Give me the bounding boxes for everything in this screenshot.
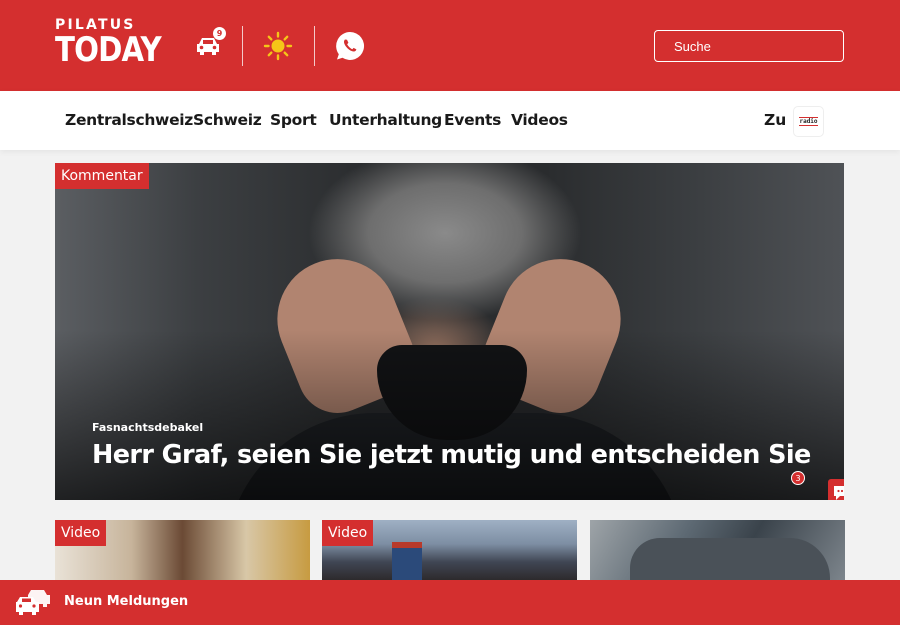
article-card[interactable]: Video bbox=[322, 520, 577, 580]
nav-item-schweiz[interactable]: Schweiz bbox=[193, 111, 262, 129]
traffic-button[interactable]: 9 bbox=[188, 26, 228, 66]
hero-title[interactable]: Herr Graf, seien Sie jetzt mutig und ent… bbox=[92, 440, 811, 470]
comments-button[interactable] bbox=[828, 479, 844, 500]
traffic-news-label: Neun Meldungen bbox=[64, 594, 189, 609]
article-card[interactable] bbox=[590, 520, 845, 580]
nav-item-unterhaltung[interactable]: Unterhaltung bbox=[329, 111, 442, 129]
hero-kicker: Fasnachtsdebakel bbox=[92, 421, 204, 434]
card-category-tag: Video bbox=[55, 520, 107, 546]
search-input[interactable] bbox=[674, 38, 850, 54]
comment-count-badge: 3 bbox=[791, 471, 805, 485]
site-header: PILATUS TODAY 9 bbox=[0, 0, 900, 91]
whatsapp-icon bbox=[336, 31, 365, 60]
radio-logo-text: radio bbox=[799, 117, 818, 126]
header-divider bbox=[242, 26, 243, 66]
hero-category-tag: Kommentar bbox=[55, 163, 149, 189]
header-divider bbox=[314, 26, 315, 66]
hero-gradient bbox=[55, 330, 844, 500]
weather-button[interactable] bbox=[258, 26, 298, 66]
traffic-count-badge: 9 bbox=[213, 27, 226, 40]
article-card[interactable]: Video bbox=[55, 520, 310, 580]
nav-item-videos[interactable]: Videos bbox=[511, 111, 568, 129]
card-image bbox=[392, 542, 422, 580]
card-category-tag: Video bbox=[322, 520, 374, 546]
logo-bottom-text: TODAY bbox=[55, 30, 162, 70]
site-logo[interactable]: PILATUS TODAY bbox=[55, 18, 178, 68]
sun-icon bbox=[263, 31, 293, 61]
search-box[interactable] bbox=[654, 30, 850, 62]
whatsapp-button[interactable] bbox=[330, 26, 370, 66]
main-nav: Zentralschweiz Schweiz Sport Unterhaltun… bbox=[0, 91, 900, 150]
nav-item-sport[interactable]: Sport bbox=[270, 111, 317, 129]
card-image bbox=[630, 538, 830, 580]
nav-item-zentralschweiz[interactable]: Zentralschweiz bbox=[65, 111, 193, 129]
hero-article[interactable]: Kommentar Fasnachtsdebakel Herr Graf, se… bbox=[55, 163, 844, 500]
traffic-cars-icon bbox=[16, 590, 50, 615]
nav-zu-label[interactable]: Zu bbox=[764, 111, 786, 129]
traffic-news-bar[interactable]: Neun Meldungen bbox=[0, 580, 900, 625]
radio-logo[interactable]: radio bbox=[793, 106, 824, 137]
nav-item-events[interactable]: Events bbox=[444, 111, 501, 129]
comment-icon bbox=[834, 486, 844, 500]
